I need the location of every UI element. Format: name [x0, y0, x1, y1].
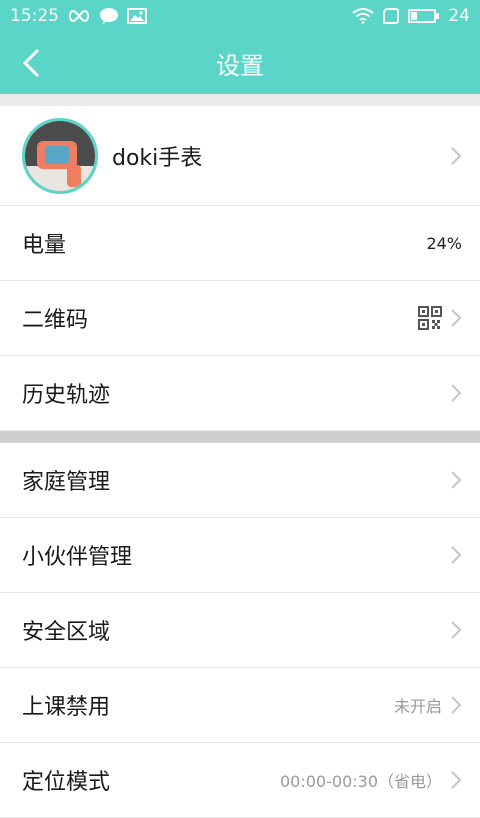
- history-track-row[interactable]: 历史轨迹: [0, 356, 480, 431]
- app-header: 设置: [0, 32, 480, 94]
- status-left: 15:25: [10, 6, 147, 26]
- battery-level: 24: [448, 6, 470, 26]
- family-management-label: 家庭管理: [22, 470, 111, 495]
- chevron-right-icon: [451, 384, 462, 402]
- qr-code-right: [418, 306, 462, 330]
- safe-zone-label: 安全区域: [22, 620, 111, 645]
- infinity-icon: [69, 9, 89, 23]
- location-mode-label: 定位模式: [22, 770, 111, 795]
- device-profile-row[interactable]: doki手表: [0, 106, 480, 206]
- chevron-right-icon: [451, 696, 462, 714]
- class-disable-row[interactable]: 上课禁用 未开启: [0, 668, 480, 743]
- history-track-label: 历史轨迹: [22, 383, 111, 408]
- status-right: 24: [352, 6, 470, 26]
- chevron-right-icon: [451, 309, 462, 327]
- chevron-right-icon: [451, 621, 462, 639]
- section-divider: [0, 431, 480, 443]
- chevron-right-icon: [451, 771, 462, 789]
- chevron-left-icon: [22, 48, 40, 78]
- location-mode-row[interactable]: 定位模式 00:00-00:30（省电）: [0, 743, 480, 818]
- location-mode-right: 00:00-00:30（省电）: [280, 768, 462, 792]
- qr-code-label: 二维码: [22, 308, 89, 333]
- location-mode-value: 00:00-00:30（省电）: [280, 772, 442, 791]
- status-bar: 15:25 24: [0, 0, 480, 32]
- battery-label: 电量: [22, 233, 67, 258]
- class-disable-label: 上课禁用: [22, 695, 111, 720]
- chevron-right-icon: [451, 146, 462, 165]
- battery-icon: [408, 9, 440, 23]
- wifi-icon: [352, 8, 374, 24]
- sim-icon: [383, 8, 400, 24]
- watch-photo-icon: [25, 120, 95, 191]
- battery-right: 24%: [426, 234, 462, 253]
- back-button[interactable]: [14, 46, 48, 80]
- safe-zone-row[interactable]: 安全区域: [0, 593, 480, 668]
- battery-value: 24%: [426, 233, 462, 253]
- chat-bubble-icon: [100, 8, 118, 24]
- qr-code-row[interactable]: 二维码: [0, 281, 480, 356]
- friends-management-row[interactable]: 小伙伴管理: [0, 518, 480, 593]
- image-icon: [127, 8, 147, 24]
- page-title: 设置: [216, 51, 264, 80]
- device-name: doki手表: [112, 145, 203, 171]
- qr-code-icon: [418, 306, 442, 330]
- chevron-right-icon: [451, 546, 462, 564]
- class-disable-right: 未开启: [394, 693, 462, 717]
- battery-row: 电量 24%: [0, 206, 480, 281]
- status-time: 15:25: [10, 6, 59, 26]
- friends-management-label: 小伙伴管理: [22, 545, 133, 570]
- class-disable-status: 未开启: [393, 697, 442, 716]
- section-divider: [0, 94, 480, 106]
- avatar: [22, 117, 98, 194]
- device-left: doki手表: [22, 117, 203, 194]
- family-management-row[interactable]: 家庭管理: [0, 443, 480, 518]
- chevron-right-icon: [451, 471, 462, 489]
